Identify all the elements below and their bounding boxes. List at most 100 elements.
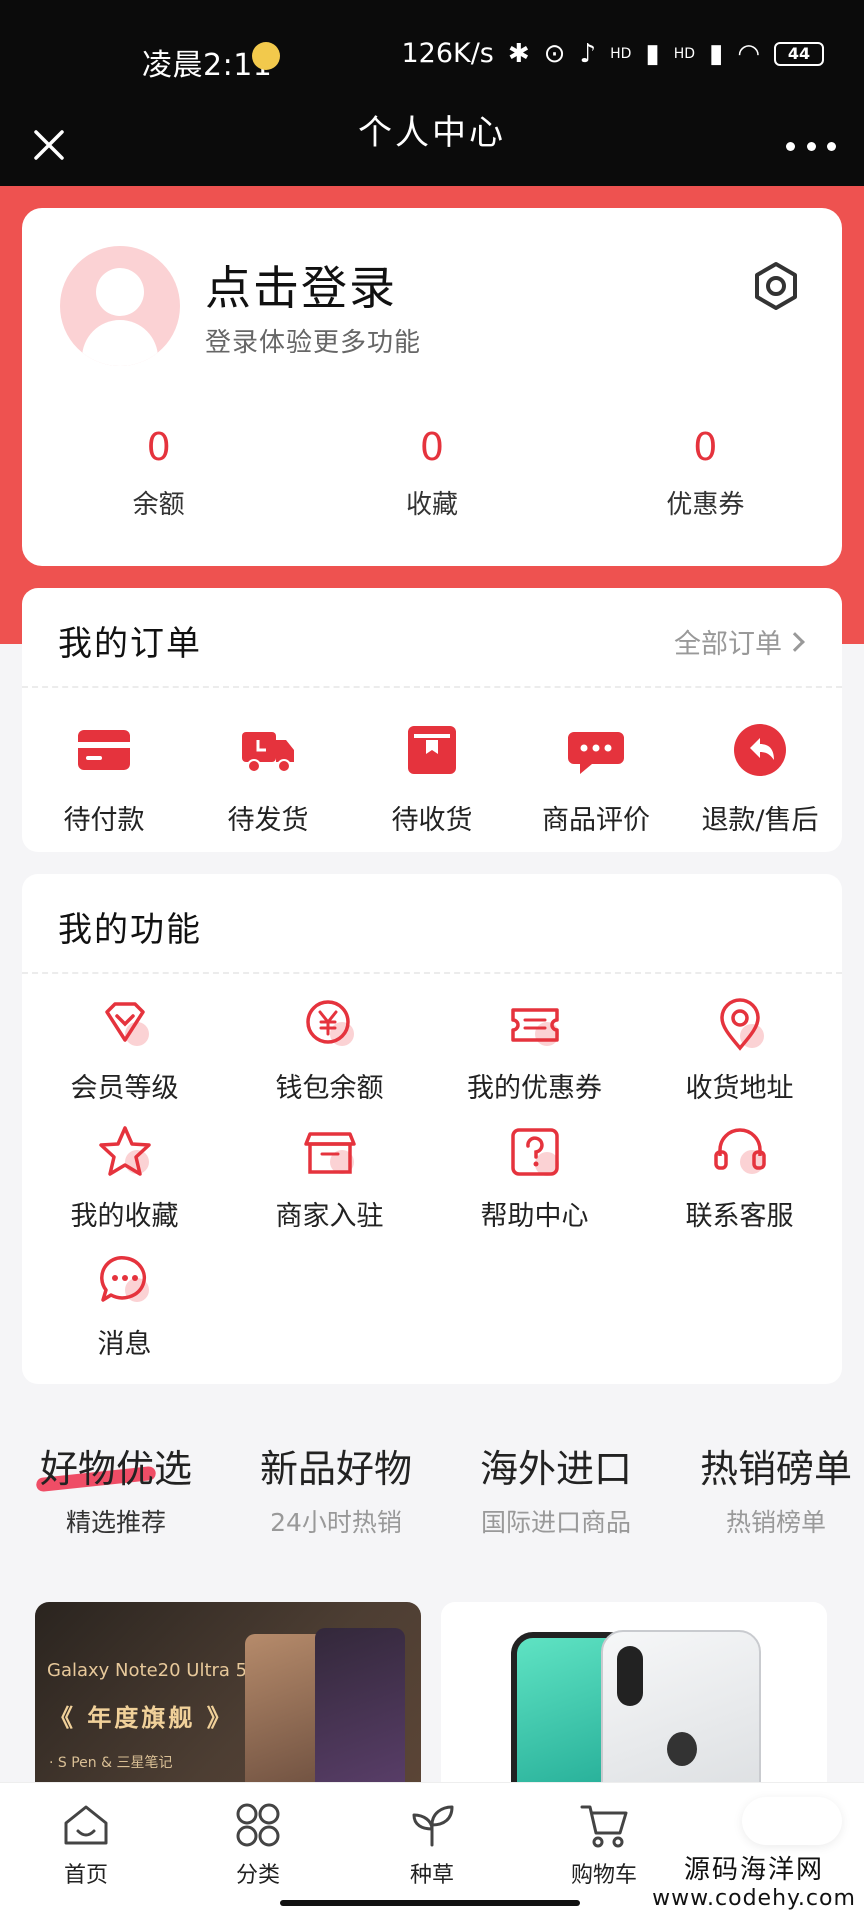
- stat-value: 0: [146, 425, 171, 469]
- divider: [22, 686, 842, 688]
- stat-balance[interactable]: 0 余额: [22, 426, 295, 521]
- nfc-icon: ⊙: [543, 38, 566, 69]
- bluetooth-icon: ✱: [507, 38, 530, 69]
- functions-title: 我的功能: [58, 910, 202, 950]
- more-options-icon[interactable]: [786, 126, 836, 166]
- avatar[interactable]: [60, 246, 180, 366]
- func-my-coupons[interactable]: 我的优惠券: [432, 992, 637, 1120]
- func-wallet-balance[interactable]: 钱包余额: [227, 992, 432, 1120]
- func-label: 钱包余额: [275, 1073, 384, 1104]
- tab-new-arrivals[interactable]: 新品好物 24小时热销: [246, 1438, 426, 1539]
- product-card-iphone[interactable]: [441, 1602, 827, 1782]
- func-label: 商家入驻: [275, 1201, 384, 1232]
- ticket-icon: [510, 1008, 559, 1046]
- store-icon: [303, 1132, 356, 1174]
- func-customer-service[interactable]: 联系客服: [637, 1120, 842, 1248]
- iphone-back-image: [601, 1630, 761, 1782]
- signal-hd-1: HD: [610, 45, 632, 62]
- tab-title: 新品好物: [259, 1447, 412, 1491]
- apple-logo-icon: [667, 1732, 697, 1766]
- title-bar: 个人中心: [0, 108, 864, 186]
- stat-label: 余额: [132, 490, 185, 520]
- func-shipping-address[interactable]: 收货地址: [637, 992, 842, 1120]
- order-pending-payment[interactable]: 待付款: [22, 700, 186, 837]
- product-promo-title: Galaxy Note20 Ultra 5G: [47, 1660, 262, 1681]
- message-icon: [99, 1256, 149, 1302]
- status-bar: 凌晨2:11 126K/s ✱ ⊙ ♪ HD ▮ HD ▮ ◠ 44: [0, 0, 864, 108]
- truck-icon: [242, 732, 294, 773]
- login-title[interactable]: 点击登录: [205, 252, 397, 318]
- func-my-favorites[interactable]: 我的收藏: [22, 1120, 227, 1248]
- tab-best-sellers[interactable]: 热销磅单 热销榜单: [686, 1438, 864, 1539]
- chat-bubble-icon: [568, 732, 624, 774]
- func-label: 联系客服: [685, 1201, 794, 1232]
- all-orders-link[interactable]: 全部订单: [674, 622, 805, 661]
- tab-title: 海外进口: [479, 1447, 632, 1491]
- card-icon: [78, 730, 130, 770]
- net-speed: 126K/s: [401, 38, 494, 69]
- order-refund[interactable]: 退款/售后: [678, 700, 842, 837]
- avatar-head-shape: [96, 268, 144, 316]
- product-feature: · S Pen & 三星笔记: [49, 1755, 173, 1771]
- battery-icon: 44: [774, 41, 824, 66]
- mute-bell-icon: ♪: [579, 38, 597, 69]
- floating-button[interactable]: [742, 1797, 842, 1845]
- status-indicators: 126K/s ✱ ⊙ ♪ HD ▮ HD ▮ ◠ 44: [401, 38, 824, 69]
- order-review[interactable]: 商品评价: [514, 700, 678, 837]
- func-help-center[interactable]: 帮助中心: [432, 1120, 637, 1248]
- phone-image: [245, 1634, 325, 1782]
- stat-label: 优惠券: [666, 490, 745, 520]
- sprout-icon: [412, 1805, 454, 1847]
- battery-level: 44: [787, 44, 811, 63]
- order-pending-receipt[interactable]: 待收货: [350, 700, 514, 837]
- func-merchant-join[interactable]: 商家入驻: [227, 1120, 432, 1248]
- product-card-galaxy[interactable]: Galaxy Note20 Ultra 5G 《 年度旗舰 》 · S Pen …: [35, 1602, 421, 1782]
- nav-discover[interactable]: 种草: [372, 1799, 492, 1889]
- all-orders-label: 全部订单: [674, 629, 782, 660]
- tab-featured[interactable]: 好物优选 精选推荐: [26, 1438, 206, 1539]
- avatar-body-shape: [82, 320, 158, 366]
- functions-card: 我的功能 会员等级 钱包余额 我的优惠券 收货地址 我的收藏 商家入驻 帮助中心…: [22, 874, 842, 1384]
- cart-icon: [580, 1805, 628, 1848]
- stat-coupons[interactable]: 0 优惠券: [569, 426, 842, 521]
- nav-label: 分类: [235, 1863, 280, 1888]
- signal-bars-icon: ▮: [645, 38, 660, 69]
- func-messages[interactable]: 消息: [22, 1248, 227, 1376]
- tab-title: 热销磅单: [699, 1447, 852, 1491]
- order-label: 待发货: [227, 805, 309, 836]
- orders-card: 我的订单 全部订单 待付款 待发货 待收货 商品评价 退款/售后: [22, 588, 842, 852]
- functions-grid: 会员等级 钱包余额 我的优惠券 收货地址 我的收藏 商家入驻 帮助中心 联系客服…: [22, 992, 842, 1376]
- page-title: 个人中心: [358, 113, 506, 153]
- func-label: 会员等级: [70, 1073, 179, 1104]
- tab-subtitle: 24小时热销: [270, 1508, 402, 1537]
- profile-card: 点击登录 登录体验更多功能 0 余额 0 收藏 0 优惠券: [22, 208, 842, 566]
- headset-icon: [713, 1128, 766, 1174]
- stat-favorites[interactable]: 0 收藏: [295, 426, 568, 521]
- order-label: 退款/售后: [701, 805, 819, 836]
- grid-icon: [236, 1803, 280, 1847]
- weather-icon: [252, 42, 280, 70]
- stat-value: 0: [693, 425, 718, 469]
- nav-home[interactable]: 首页: [26, 1799, 146, 1889]
- order-pending-shipment[interactable]: 待发货: [186, 700, 350, 837]
- func-label: 我的优惠券: [467, 1073, 602, 1104]
- tab-subtitle: 国际进口商品: [480, 1508, 631, 1537]
- stat-value: 0: [419, 425, 445, 469]
- home-indicator[interactable]: [280, 1900, 580, 1906]
- star-icon: [98, 1126, 151, 1176]
- chevron-right-icon: [785, 631, 805, 652]
- wifi-icon: ◠: [737, 38, 760, 69]
- signal-bars-icon-2: ▮: [709, 38, 724, 69]
- func-member-level[interactable]: 会员等级: [22, 992, 227, 1120]
- nav-category[interactable]: 分类: [198, 1799, 318, 1889]
- question-icon: [510, 1128, 559, 1176]
- tab-overseas-import[interactable]: 海外进口 国际进口商品: [466, 1438, 646, 1539]
- login-subtitle: 登录体验更多功能: [205, 328, 422, 358]
- settings-icon[interactable]: [748, 258, 804, 314]
- nav-label: 种草: [409, 1863, 454, 1888]
- divider: [22, 972, 842, 974]
- watermark-line1: 源码海洋网: [683, 1855, 824, 1885]
- tab-title: 好物优选: [39, 1447, 192, 1491]
- return-arrow-icon: [734, 724, 786, 776]
- nav-label: 首页: [63, 1863, 108, 1888]
